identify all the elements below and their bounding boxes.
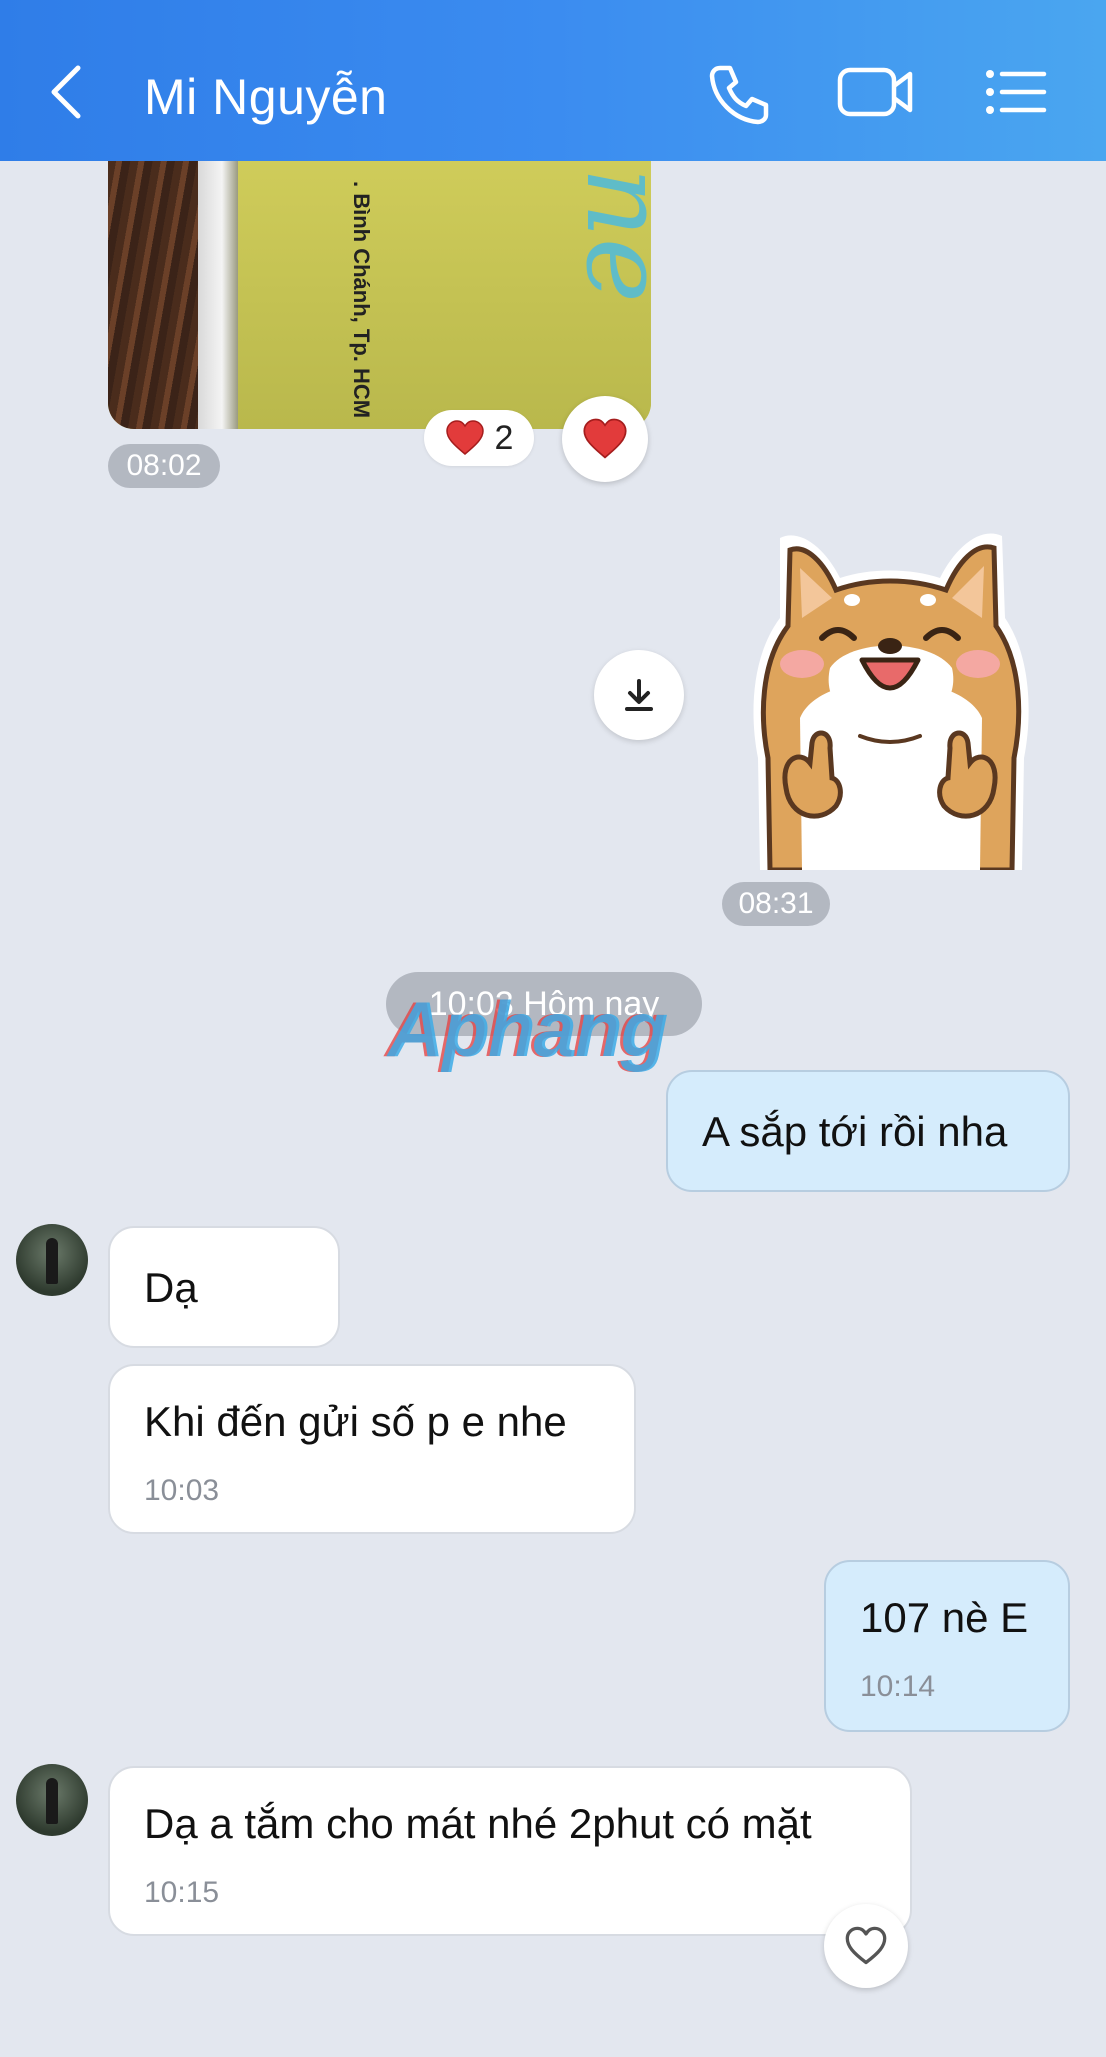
- back-button[interactable]: [44, 62, 94, 122]
- heart-outline-icon: [845, 1926, 887, 1965]
- video-call-button[interactable]: [836, 62, 916, 122]
- photo-timestamp: 08:02: [108, 444, 220, 488]
- shiba-dog-sticker-icon: [753, 533, 1029, 873]
- video-icon: [837, 67, 913, 117]
- message-time: 10:03: [144, 1474, 220, 1507]
- photo-script-lettering: ne: [561, 167, 651, 303]
- call-button[interactable]: [706, 62, 770, 126]
- message-text: Dạ: [144, 1264, 198, 1311]
- download-button[interactable]: [594, 650, 684, 740]
- message-text: A sắp tới rồi nha: [702, 1108, 1008, 1155]
- react-button[interactable]: [562, 396, 648, 482]
- photo-message[interactable]: . Bình Chánh, Tp. HCM ne: [108, 161, 651, 429]
- avatar[interactable]: [16, 1764, 88, 1836]
- reaction-summary[interactable]: 2: [424, 410, 534, 466]
- download-icon: [625, 679, 653, 711]
- message-time: 10:14: [860, 1670, 936, 1703]
- photo-printed-text: . Bình Chánh, Tp. HCM: [349, 181, 374, 419]
- phone-icon: [709, 65, 769, 125]
- message-text: 107 nè E: [860, 1594, 1029, 1641]
- list-menu-icon: [986, 70, 1047, 114]
- message-text: Dạ a tắm cho mát nhé 2phut có mặt: [144, 1800, 812, 1847]
- shiba-sticker[interactable]: [740, 518, 1040, 873]
- contact-name[interactable]: Mi Nguyễn: [144, 68, 388, 126]
- message-text: Khi đến gửi số p e nhe: [144, 1398, 567, 1445]
- react-heart-button[interactable]: [824, 1904, 908, 1988]
- photo-wood-area: [108, 161, 198, 429]
- heart-icon: [583, 418, 627, 459]
- message-bubble-outgoing[interactable]: 107 nè E 10:14: [824, 1560, 1070, 1732]
- watermark-logo: Aphang: [388, 985, 668, 1073]
- photo-edge: [198, 161, 238, 429]
- sticker-timestamp: 08:31: [722, 882, 830, 926]
- chevron-left-icon: [51, 65, 81, 119]
- avatar[interactable]: [16, 1224, 88, 1296]
- message-bubble-incoming[interactable]: Khi đến gửi số p e nhe 10:03: [108, 1364, 636, 1534]
- chat-header: Mi Nguyễn: [0, 0, 1106, 161]
- avatar-figure: [46, 1778, 58, 1824]
- heart-icon: [445, 420, 484, 455]
- message-time: 10:15: [144, 1876, 220, 1909]
- menu-button[interactable]: [984, 62, 1048, 122]
- avatar-figure: [46, 1238, 58, 1284]
- message-bubble-incoming[interactable]: Dạ: [108, 1226, 340, 1348]
- reaction-count: 2: [494, 418, 514, 457]
- message-bubble-outgoing[interactable]: A sắp tới rồi nha: [666, 1070, 1070, 1192]
- message-bubble-incoming[interactable]: Dạ a tắm cho mát nhé 2phut có mặt 10:15: [108, 1766, 912, 1936]
